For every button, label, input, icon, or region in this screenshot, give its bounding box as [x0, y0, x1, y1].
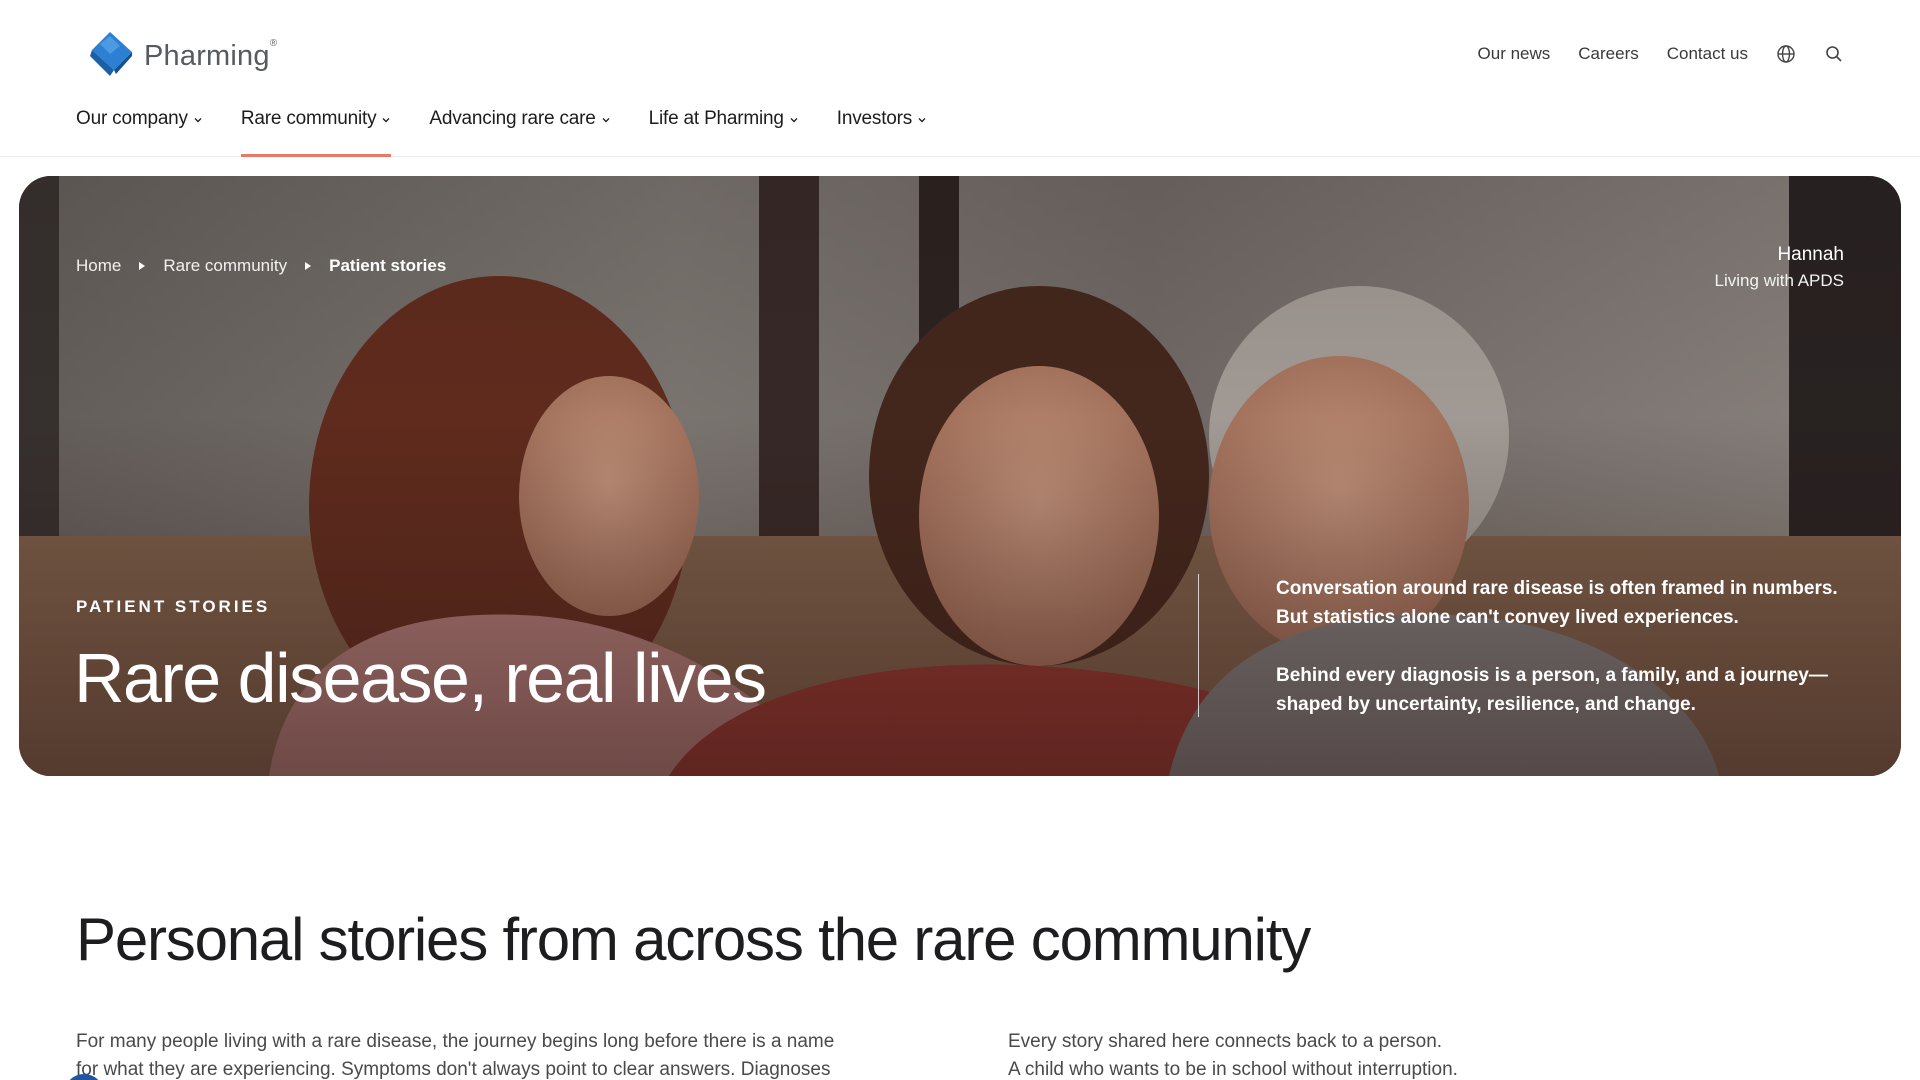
breadcrumb: Home Rare community Patient stories [76, 256, 446, 276]
utility-link-contact-us[interactable]: Contact us [1667, 44, 1748, 64]
nav-item-label: Advancing rare care [429, 108, 596, 129]
nav-item-advancing-rare-care[interactable]: Advancing rare care [429, 108, 610, 157]
search-icon[interactable] [1824, 44, 1844, 64]
nav-item-rare-community[interactable]: Rare community [240, 108, 392, 157]
utility-nav: Our news Careers Contact us [1478, 42, 1844, 66]
nav-item-investors[interactable]: Investors [837, 108, 927, 157]
utility-link-our-news[interactable]: Our news [1478, 44, 1551, 64]
main-nav: Our company Rare community Advancing rar… [76, 108, 927, 158]
intro-column-left: For many people living with a rare disea… [76, 1028, 906, 1080]
intro-left-line-1: For many people living with a rare disea… [76, 1031, 835, 1052]
pharming-logo[interactable]: Pharming® [88, 30, 277, 78]
breadcrumb-current: Patient stories [329, 256, 447, 275]
nav-item-label: Investors [836, 108, 913, 129]
nav-item-label: Life at Pharming [648, 108, 784, 129]
chevron-down-icon [194, 118, 202, 123]
chevron-down-icon [790, 118, 798, 123]
hero-paragraph-1: Conversation around rare disease is ofte… [1276, 574, 1866, 632]
hero-paragraph-1-line-2: But statistics alone can't convey lived … [1276, 607, 1739, 628]
breadcrumb-separator-icon [139, 262, 146, 270]
hero-paragraph-2: Behind every diagnosis is a person, a fa… [1276, 661, 1866, 719]
caption-name: Hannah [1777, 244, 1844, 265]
hero-banner: Home Rare community Patient stories Hann… [19, 176, 1901, 776]
intro-left-line-2: for what they are experiencing. Symptoms… [76, 1059, 831, 1080]
nav-item-label: Rare community [240, 108, 377, 129]
nav-item-label: Our company [76, 108, 188, 129]
hero-eyebrow: PATIENT STORIES [76, 597, 271, 616]
nav-item-life-at-pharming[interactable]: Life at Pharming [649, 108, 799, 157]
chevron-down-icon [918, 118, 926, 123]
breadcrumb-rare-community[interactable]: Rare community [163, 256, 287, 276]
caption-subtitle: Living with APDS [1714, 271, 1844, 290]
breadcrumb-home[interactable]: Home [76, 256, 121, 276]
hero-paragraph-2-line-2: shaped by uncertainty, resilience, and c… [1276, 694, 1696, 715]
chevron-down-icon [602, 118, 610, 123]
intro-right-line-1: Every story shared here connects back to… [1008, 1031, 1443, 1052]
hero-title: Rare disease, real lives [74, 639, 767, 717]
hero-divider [1198, 574, 1199, 717]
section-title: Personal stories from across the rare co… [76, 906, 1311, 973]
hero-paragraph-2-line-1: Behind every diagnosis is a person, a fa… [1276, 665, 1828, 686]
breadcrumb-separator-icon [305, 262, 312, 270]
globe-icon[interactable] [1776, 44, 1796, 64]
intro-right-line-2: A child who wants to be in school withou… [1008, 1059, 1458, 1080]
nav-item-our-company[interactable]: Our company [76, 108, 203, 157]
photo-caption: Hannah Living with APDS [1715, 242, 1844, 294]
utility-link-careers[interactable]: Careers [1578, 44, 1638, 64]
hero-paragraph-1-line-1: Conversation around rare disease is ofte… [1276, 578, 1838, 599]
site-header: Pharming® Our news Careers Contact us Ou… [0, 0, 1920, 157]
hero-intro-text: Conversation around rare disease is ofte… [1276, 574, 1866, 719]
intro-column-right: Every story shared here connects back to… [1008, 1028, 1838, 1080]
pharming-logo-icon [90, 32, 132, 76]
logo-wordmark: Pharming® [144, 37, 278, 72]
chevron-down-icon [382, 118, 390, 123]
